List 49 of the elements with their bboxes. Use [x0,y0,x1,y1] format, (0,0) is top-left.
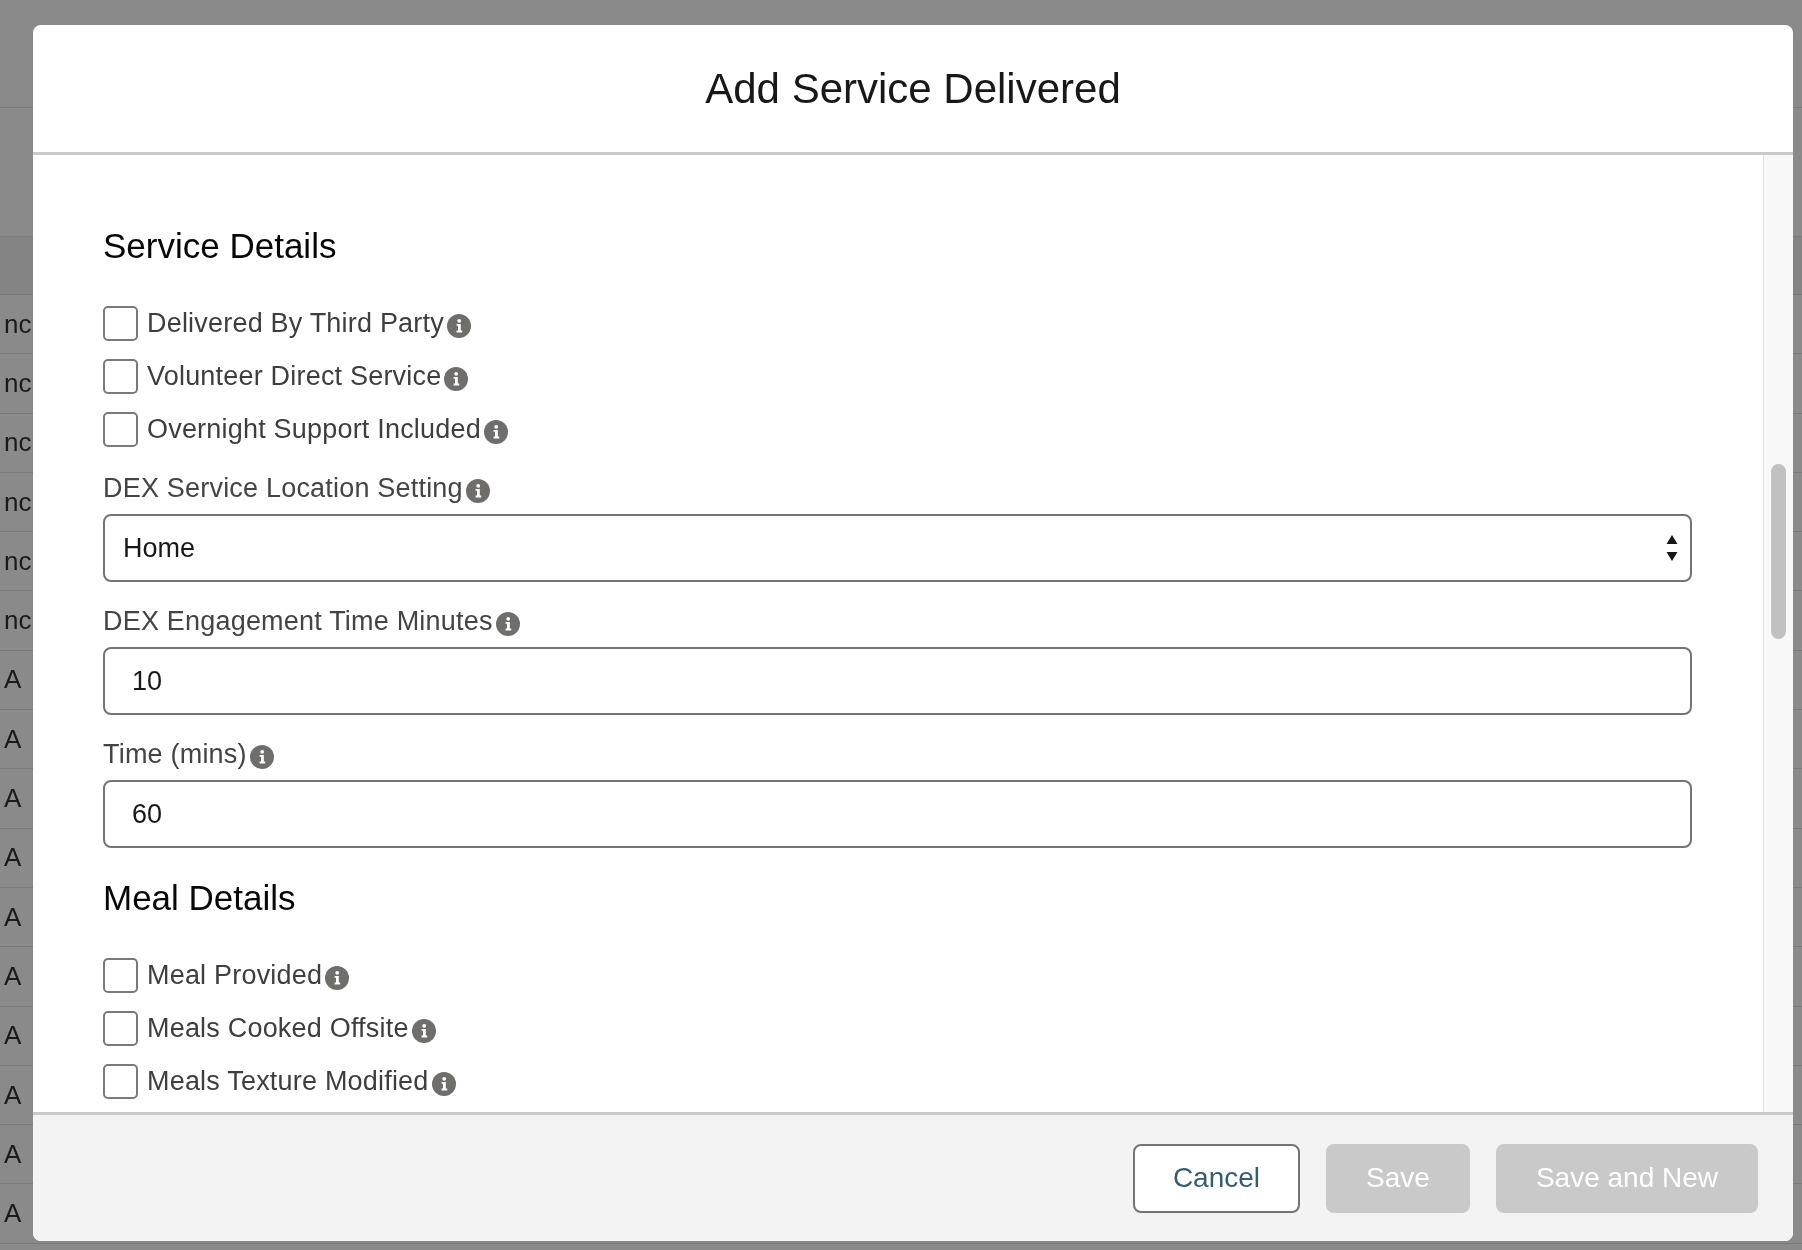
section-heading: Meal Details [103,878,297,918]
cancel-button[interactable]: Cancel [1132,1143,1301,1213]
table-cell-text: nc [3,427,32,459]
info-icon[interactable] [444,366,469,391]
checkbox-label: Volunteer Direct Service [147,360,442,393]
table-cell-text: nc [3,486,32,518]
info-icon[interactable] [249,744,274,769]
info-icon[interactable] [411,1018,436,1043]
info-icon[interactable] [325,965,350,990]
section-heading: Service Details [103,226,338,266]
table-cell-text: A [3,1198,22,1230]
field-label: DEX Engagement Time Minutes [103,605,493,638]
checkbox-label: Meal Provided [147,959,323,992]
info-icon[interactable] [465,478,490,503]
checkbox-label: Overnight Support Included [147,413,481,446]
table-cell-text: A [3,664,22,696]
dialog-title: Add Service Delivered [705,63,1121,114]
checkbox[interactable] [103,305,138,341]
table-cell-text: A [3,723,22,755]
info-icon[interactable] [446,313,471,338]
input-field[interactable]: 10 [103,647,1692,715]
scrollbar-thumb[interactable] [1771,464,1786,639]
table-cell-text: nc [3,367,32,399]
field-label: DEX Service Location Setting [103,472,463,505]
checkbox[interactable] [103,411,138,447]
table-cell-text: A [3,1138,22,1170]
table-cell-text: A [3,783,22,814]
checkbox-label: Meals Texture Modified [147,1065,429,1098]
sort-arrows-icon [1666,534,1678,562]
info-icon[interactable] [431,1071,456,1096]
select-field[interactable]: Home [103,514,1692,582]
table-cell-text: nc [3,605,32,637]
table-cell-text: A [3,1020,22,1052]
checkbox[interactable] [103,1010,138,1046]
table-cell-text: A [3,901,22,933]
field-label: Time (mins) [103,738,247,771]
checkbox-label: Meals Cooked Offsite [147,1012,409,1045]
info-icon[interactable] [483,419,508,444]
table-cell-text: nc [3,308,32,340]
checkbox[interactable] [103,957,138,993]
table-cell-text: A [3,960,22,992]
info-icon[interactable] [495,611,520,636]
checkbox[interactable] [103,1063,138,1099]
table-cell-text: A [3,842,22,874]
checkbox-label: Delivered By Third Party [147,307,444,340]
input-field[interactable]: 60 [103,780,1692,848]
table-cell-text: nc [3,545,32,577]
table-cell-text: A [3,1079,22,1111]
checkbox[interactable] [103,358,138,394]
